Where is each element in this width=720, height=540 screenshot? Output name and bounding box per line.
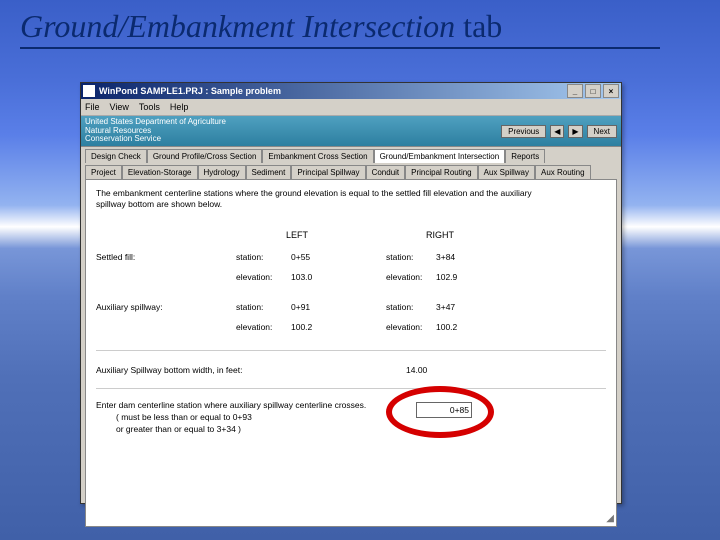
sub-tab-row: Project Elevation-Storage Hydrology Sedi…	[81, 163, 621, 179]
tab-elevation-storage[interactable]: Elevation-Storage	[122, 165, 198, 179]
tab-ground-embankment-intersection[interactable]: Ground/Embankment Intersection	[374, 149, 506, 163]
label-station-1l: station:	[236, 252, 263, 262]
slide-title-italic: Ground/Embankment Intersection	[20, 8, 455, 44]
label-station-2r: station:	[386, 302, 413, 312]
banner-line2: Natural Resources	[85, 126, 151, 135]
settled-right-elev: 102.9	[436, 272, 457, 282]
tab-principal-spillway[interactable]: Principal Spillway	[291, 165, 365, 179]
label-elevation-1r: elevation:	[386, 272, 422, 282]
slide-background: Ground/Embankment Intersection tab WinPo…	[0, 0, 720, 540]
label-elevation-2r: elevation:	[386, 322, 422, 332]
description-text: The embankment centerline stations where…	[96, 188, 556, 210]
bottom-width-label: Auxiliary Spillway bottom width, in feet…	[96, 365, 242, 375]
tab-embankment-cross[interactable]: Embankment Cross Section	[262, 149, 373, 163]
resize-grip-icon[interactable]: ◢	[606, 513, 614, 524]
window-titlebar[interactable]: WinPond SAMPLE1.PRJ : Sample problem _ □…	[81, 83, 621, 99]
next-button[interactable]: Next	[587, 125, 617, 138]
window-title: WinPond SAMPLE1.PRJ : Sample problem	[99, 86, 281, 96]
tab-project[interactable]: Project	[85, 165, 122, 179]
tab-aux-routing[interactable]: Aux Routing	[535, 165, 591, 179]
aux-right-elev: 100.2	[436, 322, 457, 332]
slide-title-plain: tab	[455, 8, 502, 44]
control-station-input[interactable]	[416, 402, 472, 418]
menu-help[interactable]: Help	[170, 102, 189, 112]
content-panel: The embankment centerline stations where…	[85, 179, 617, 527]
control-station-label-1: Enter dam centerline station where auxil…	[96, 400, 366, 410]
divider-1	[96, 350, 606, 351]
minimize-button[interactable]: _	[567, 84, 583, 98]
row-aux-spillway-label: Auxiliary spillway:	[96, 302, 163, 312]
app-window: WinPond SAMPLE1.PRJ : Sample problem _ □…	[80, 82, 622, 504]
control-station-label-3: or greater than or equal to 3+34 )	[116, 424, 241, 434]
tab-design-check[interactable]: Design Check	[85, 149, 147, 163]
previous-button[interactable]: Previous	[501, 125, 546, 138]
menu-file[interactable]: File	[85, 102, 100, 112]
menu-view[interactable]: View	[110, 102, 129, 112]
tab-sediment[interactable]: Sediment	[246, 165, 292, 179]
label-station-2l: station:	[236, 302, 263, 312]
nrcs-text: United States Department of Agriculture …	[85, 118, 226, 144]
tab-reports[interactable]: Reports	[505, 149, 545, 163]
left-column-header: LEFT	[286, 230, 308, 240]
label-elevation-2l: elevation:	[236, 322, 272, 332]
label-station-1r: station:	[386, 252, 413, 262]
tab-aux-spillway[interactable]: Aux Spillway	[478, 165, 535, 179]
tab-principal-routing[interactable]: Principal Routing	[405, 165, 477, 179]
label-elevation-1l: elevation:	[236, 272, 272, 282]
settled-right-station: 3+84	[436, 252, 455, 262]
settled-left-elev: 103.0	[291, 272, 312, 282]
settled-left-station: 0+55	[291, 252, 310, 262]
tab-ground-profile[interactable]: Ground Profile/Cross Section	[147, 149, 263, 163]
tab-conduit[interactable]: Conduit	[366, 165, 406, 179]
main-tab-row: Design Check Ground Profile/Cross Sectio…	[81, 147, 621, 163]
nrcs-banner: United States Department of Agriculture …	[81, 116, 621, 147]
banner-line3: Conservation Service	[85, 134, 161, 143]
menu-tools[interactable]: Tools	[139, 102, 160, 112]
close-button[interactable]: ×	[603, 84, 619, 98]
right-column-header: RIGHT	[426, 230, 454, 240]
aux-left-station: 0+91	[291, 302, 310, 312]
maximize-button[interactable]: □	[585, 84, 601, 98]
aux-right-station: 3+47	[436, 302, 455, 312]
nav-controls: Previous ◀ ▶ Next	[501, 125, 617, 138]
control-station-label-2: ( must be less than or equal to 0+93	[116, 412, 252, 422]
tab-hydrology[interactable]: Hydrology	[198, 165, 246, 179]
menubar: File View Tools Help	[81, 99, 621, 116]
prev-arrow-icon[interactable]: ◀	[550, 125, 564, 138]
bottom-width-value: 14.00	[406, 365, 427, 375]
next-arrow-icon[interactable]: ▶	[568, 125, 582, 138]
app-icon	[83, 85, 95, 97]
row-settled-fill-label: Settled fill:	[96, 252, 135, 262]
slide-title: Ground/Embankment Intersection tab	[20, 8, 660, 49]
divider-2	[96, 388, 606, 389]
aux-left-elev: 100.2	[291, 322, 312, 332]
